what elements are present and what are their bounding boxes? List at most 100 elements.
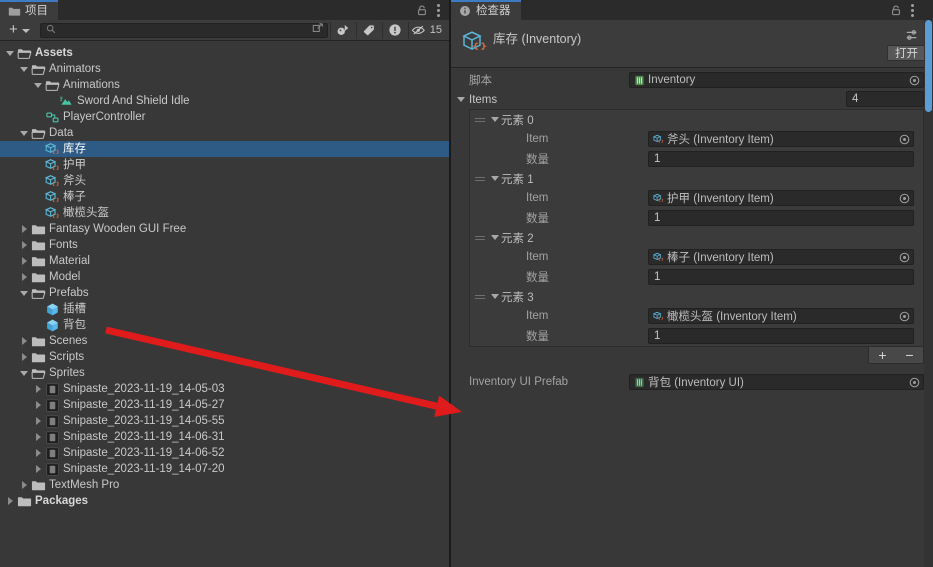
amount-field-value[interactable]: 1 [648, 269, 914, 285]
tree-item[interactable]: Material [0, 253, 449, 269]
chevron-down-icon[interactable] [489, 112, 501, 128]
object-picker-icon[interactable] [898, 251, 911, 264]
tree-item[interactable]: 背包 [0, 317, 449, 333]
project-tree[interactable]: Assets Animators Animations Sword And Shiel… [0, 41, 449, 566]
item-object-field[interactable]: 斧头 (Inventory Item) [648, 131, 914, 147]
tree-item[interactable]: Snipaste_2023-11-19_14-06-31 [0, 429, 449, 445]
tree-item[interactable]: 护甲 [0, 157, 449, 173]
drag-handle-icon[interactable] [475, 176, 487, 181]
tree-item[interactable]: Sprites [0, 365, 449, 381]
open-button[interactable]: 打开 [887, 45, 926, 61]
items-header[interactable]: Items 4 [451, 90, 933, 109]
array-element-header[interactable]: 元素 1 [470, 169, 923, 188]
tree-item[interactable]: Assets [0, 45, 449, 61]
create-asset-button[interactable]: + [0, 22, 37, 39]
lock-icon[interactable] [890, 4, 903, 17]
warning-icon[interactable] [383, 20, 408, 40]
chevron-down-icon[interactable] [18, 285, 30, 301]
search-input[interactable] [39, 21, 328, 39]
items-foldout-icon[interactable] [455, 92, 467, 108]
tree-item[interactable]: TextMesh Pro [0, 477, 449, 493]
script-object-field[interactable]: Inventory [629, 72, 924, 88]
chevron-right-icon[interactable] [18, 237, 30, 253]
chevron-right-icon[interactable] [32, 445, 44, 461]
object-picker-icon[interactable] [898, 192, 911, 205]
chevron-down-icon[interactable] [18, 125, 30, 141]
chevron-down-icon[interactable] [489, 171, 501, 187]
object-picker-icon[interactable] [898, 310, 911, 323]
array-element-header[interactable]: 元素 3 [470, 287, 923, 306]
chevron-right-icon[interactable] [32, 381, 44, 397]
object-picker-icon[interactable] [898, 133, 911, 146]
item-object-field[interactable]: 棒子 (Inventory Item) [648, 249, 914, 265]
object-picker-icon[interactable] [908, 376, 921, 389]
favorite-icon[interactable] [331, 20, 356, 40]
drag-handle-icon[interactable] [475, 294, 487, 299]
amount-field-value[interactable]: 1 [648, 151, 914, 167]
lock-icon[interactable] [416, 4, 429, 17]
add-item-button[interactable]: + [873, 348, 891, 362]
chevron-right-icon[interactable] [18, 253, 30, 269]
chevron-right-icon[interactable] [32, 429, 44, 445]
drag-handle-icon[interactable] [475, 235, 487, 240]
chevron-down-icon[interactable] [18, 61, 30, 77]
label-icon[interactable] [357, 20, 382, 40]
chevron-right-icon[interactable] [4, 493, 16, 509]
tree-item[interactable]: 库存 [0, 141, 449, 157]
inspector-scrollbar-thumb[interactable] [925, 20, 932, 112]
chevron-down-icon[interactable] [489, 230, 501, 246]
tree-item[interactable]: Fonts [0, 237, 449, 253]
tree-item[interactable]: Snipaste_2023-11-19_14-05-03 [0, 381, 449, 397]
inspector-menu-icon[interactable] [911, 3, 915, 17]
chevron-right-icon[interactable] [18, 221, 30, 237]
chevron-right-icon[interactable] [18, 333, 30, 349]
tree-item[interactable]: Model [0, 269, 449, 285]
chevron-right-icon[interactable] [18, 269, 30, 285]
drag-handle-icon[interactable] [475, 117, 487, 122]
chevron-right-icon[interactable] [18, 349, 30, 365]
tree-item[interactable]: Scripts [0, 349, 449, 365]
object-picker-icon[interactable] [908, 74, 921, 87]
tree-item[interactable]: 橄榄头盔 [0, 205, 449, 221]
inventory-ui-prefab-field[interactable]: 背包 (Inventory UI) [629, 374, 924, 390]
tree-item[interactable]: Snipaste_2023-11-19_14-06-52 [0, 445, 449, 461]
tree-item[interactable]: Animations [0, 77, 449, 93]
chevron-right-icon[interactable] [32, 413, 44, 429]
tree-item[interactable]: 插槽 [0, 301, 449, 317]
remove-item-button[interactable]: − [900, 348, 918, 362]
tree-item[interactable]: Snipaste_2023-11-19_14-07-20 [0, 461, 449, 477]
items-size-field[interactable]: 4 [846, 91, 924, 107]
tree-item-label: Snipaste_2023-11-19_14-05-03 [63, 383, 225, 395]
chevron-down-icon[interactable] [4, 45, 16, 61]
amount-field-value[interactable]: 1 [648, 210, 914, 226]
tree-item[interactable]: Snipaste_2023-11-19_14-05-55 [0, 413, 449, 429]
array-element-header[interactable]: 元素 0 [470, 110, 923, 129]
tree-item[interactable]: Packages [0, 493, 449, 509]
tree-item[interactable]: Data [0, 125, 449, 141]
project-menu-icon[interactable] [437, 3, 441, 17]
search-expand-icon[interactable] [312, 21, 324, 39]
chevron-down-icon[interactable] [32, 77, 44, 93]
chevron-right-icon[interactable] [32, 461, 44, 477]
tree-item[interactable]: Sword And Shield Idle [0, 93, 449, 109]
item-object-field[interactable]: 护甲 (Inventory Item) [648, 190, 914, 206]
chevron-down-icon[interactable] [18, 365, 30, 381]
tree-item[interactable]: Animators [0, 61, 449, 77]
chevron-right-icon[interactable] [32, 397, 44, 413]
tree-item[interactable]: Prefabs [0, 285, 449, 301]
tab-inspector[interactable]: 检查器 [451, 0, 521, 20]
inspector-scrollbar[interactable] [924, 20, 933, 567]
hidden-eye-icon[interactable] [409, 20, 429, 40]
array-element-header[interactable]: 元素 2 [470, 228, 923, 247]
tab-project[interactable]: 项目 [0, 0, 58, 20]
amount-field-value[interactable]: 1 [648, 328, 914, 344]
tree-item[interactable]: 斧头 [0, 173, 449, 189]
tree-item[interactable]: 棒子 [0, 189, 449, 205]
tree-item[interactable]: PlayerController [0, 109, 449, 125]
item-object-field[interactable]: 橄榄头盔 (Inventory Item) [648, 308, 914, 324]
tree-item[interactable]: Scenes [0, 333, 449, 349]
tree-item[interactable]: Snipaste_2023-11-19_14-05-27 [0, 397, 449, 413]
tree-item[interactable]: Fantasy Wooden GUI Free [0, 221, 449, 237]
chevron-right-icon[interactable] [18, 477, 30, 493]
chevron-down-icon[interactable] [489, 289, 501, 305]
